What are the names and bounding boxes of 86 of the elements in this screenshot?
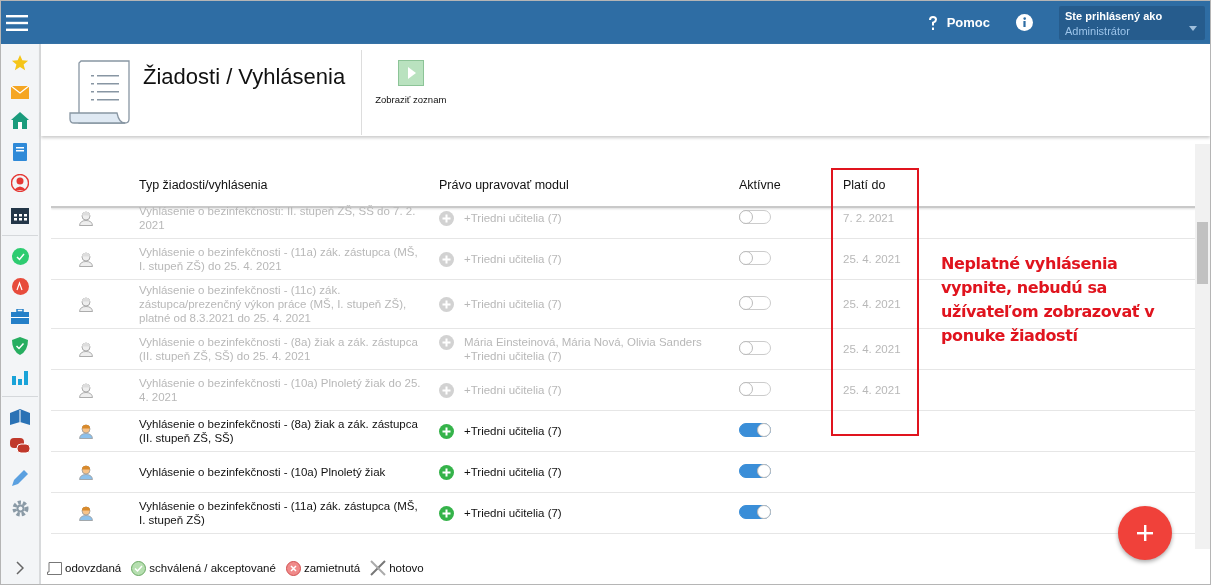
toggle-switch[interactable] [739,504,771,519]
legend-label: zamietnutá [303,562,361,574]
help-icon[interactable] [926,14,939,31]
user-icon [79,505,93,521]
toggle-switch[interactable] [739,422,771,437]
column-header: Aktívne [739,178,782,192]
column-header: Právo upravovať modul [439,178,570,192]
check-circle-icon [131,560,147,576]
legend-label: hotovo [389,562,424,574]
add-icon[interactable] [439,251,454,267]
table-cell-text: Vyhlásenie o bezinfekčnosti - (8a) žiak a zák. zástupca (II. stupeň ZŠ, SŠ) [139,417,419,445]
pencil-icon[interactable] [11,468,29,487]
chevron-right-icon[interactable] [16,560,24,575]
column-header: Typ žiadosti/vyhlásenia [139,178,269,192]
toggle-switch[interactable] [739,381,771,396]
table-cell: +Triedni učitelia (7) [464,464,562,479]
user-icon [79,464,93,480]
add-icon[interactable] [439,464,454,480]
book-icon[interactable] [10,408,30,425]
bar-chart-icon[interactable] [12,368,28,385]
table-cell: +Triedni učitelia (7) [464,251,562,266]
table-cell-text: Vyhlásenie o bezinfekčnosti - (10a) Plnoletý žiak [139,465,387,479]
user-icon [79,210,93,226]
shield-icon[interactable] [12,337,28,355]
check-circle-icon[interactable] [11,247,29,265]
toggle-switch[interactable] [739,209,771,224]
user-dropdown[interactable]: Ste prihlásený ako Administrátor [1059,5,1205,40]
legend-label: schválená / akceptované [149,562,276,574]
table-cell-text: 25. 4. 2021 [842,252,902,266]
info-icon[interactable] [1016,14,1033,31]
table-cell: +Triedni učitelia (7) [464,423,562,438]
table-cell: +Triedni učitelia (7) [464,210,562,225]
table-cell-text: Vyhlásenie o bezinfekčnosti - (11a) zák. zástupca (MŠ, I. stupeň ZŠ) [139,499,419,527]
user-icon [79,296,93,312]
help-link[interactable]: Pomoc [946,15,990,30]
gear-icon[interactable] [11,500,29,517]
annotation-text: Neplatné vyhlásenia vypnite, nebudú sa užívateľom zobrazovať v ponuke žiadostí [941,253,1156,347]
table-cell: +Triedni učitelia (7) [464,505,562,520]
table-cell-text: 25. 4. 2021 [842,297,902,311]
legend-label: odovzdaná [65,562,122,574]
user-name: Administrátor [1065,24,1130,37]
page-title: Žiadosti / Vyhlásenia [143,64,346,90]
show-list-button[interactable]: Zobraziť zoznam [375,60,447,105]
document-icon [47,561,62,575]
briefcase-icon[interactable] [11,308,29,324]
chat-icon[interactable] [10,438,30,455]
user-icon [79,341,93,357]
table-cell-text: Vyhlásenie o bezinfekčnosti - (11a) zák. zástupca (MŠ, I. stupeň ZŠ) do 25. 4. 2021 [139,245,419,273]
calendar-icon[interactable] [11,205,29,224]
table-cell-text: 7. 2. 2021 [842,211,896,225]
caret-icon [1189,25,1197,31]
person-icon[interactable] [11,174,29,192]
toggle-switch[interactable] [739,250,771,265]
toggle-switch[interactable] [739,340,771,355]
add-icon[interactable] [439,423,454,439]
add-icon[interactable] [439,382,454,398]
user-icon [79,423,93,439]
table-cell-text: Vyhlásenie o bezinfekčnosti - (8a) žiak a zák. zástupca (II. stupeň ZŠ, SŠ) do 25. 4. 2021 [139,335,419,363]
table-cell: +Triedni učitelia (7) [464,296,562,311]
add-icon[interactable] [439,505,454,521]
home-icon[interactable] [11,112,29,129]
notebook-icon[interactable] [13,142,27,161]
toggle-switch[interactable] [739,463,771,478]
user-label: Ste prihlásený ako [1065,9,1164,22]
menu-icon[interactable] [6,14,28,31]
plus-icon [1137,525,1153,541]
table-cell-text: 25. 4. 2021 [842,383,902,397]
add-icon[interactable] [439,210,454,226]
star-icon[interactable] [11,54,29,72]
user-icon [79,382,93,398]
column-header: Platí do [842,178,887,192]
document-icon [69,59,131,125]
table-cell-text: Mária Einsteinová, Mária Nová, Olivia Sanders +Triedni učitelia (7) [464,335,703,363]
add-button[interactable] [1118,506,1172,560]
toggle-switch[interactable] [739,295,771,310]
table-cell: +Triedni učitelia (7) [464,382,562,397]
play-icon [397,60,424,86]
user-icon [79,251,93,267]
table-cell-text: 25. 4. 2021 [842,342,902,356]
table-cell-text: Vyhlásenie o bezinfekčnosti - (10a) Plnoletý žiak do 25. 4. 2021 [139,376,422,404]
scrollbar[interactable] [1195,144,1210,549]
close-circle-icon [285,560,301,576]
table-cell-text: Vyhlásenie o bezinfekčnosti: II. stupeň ZŠ, SŠ do 7. 2. 2021 [139,204,417,232]
add-icon[interactable] [439,296,454,312]
envelope-icon[interactable] [11,85,29,99]
add-icon[interactable] [439,335,454,350]
